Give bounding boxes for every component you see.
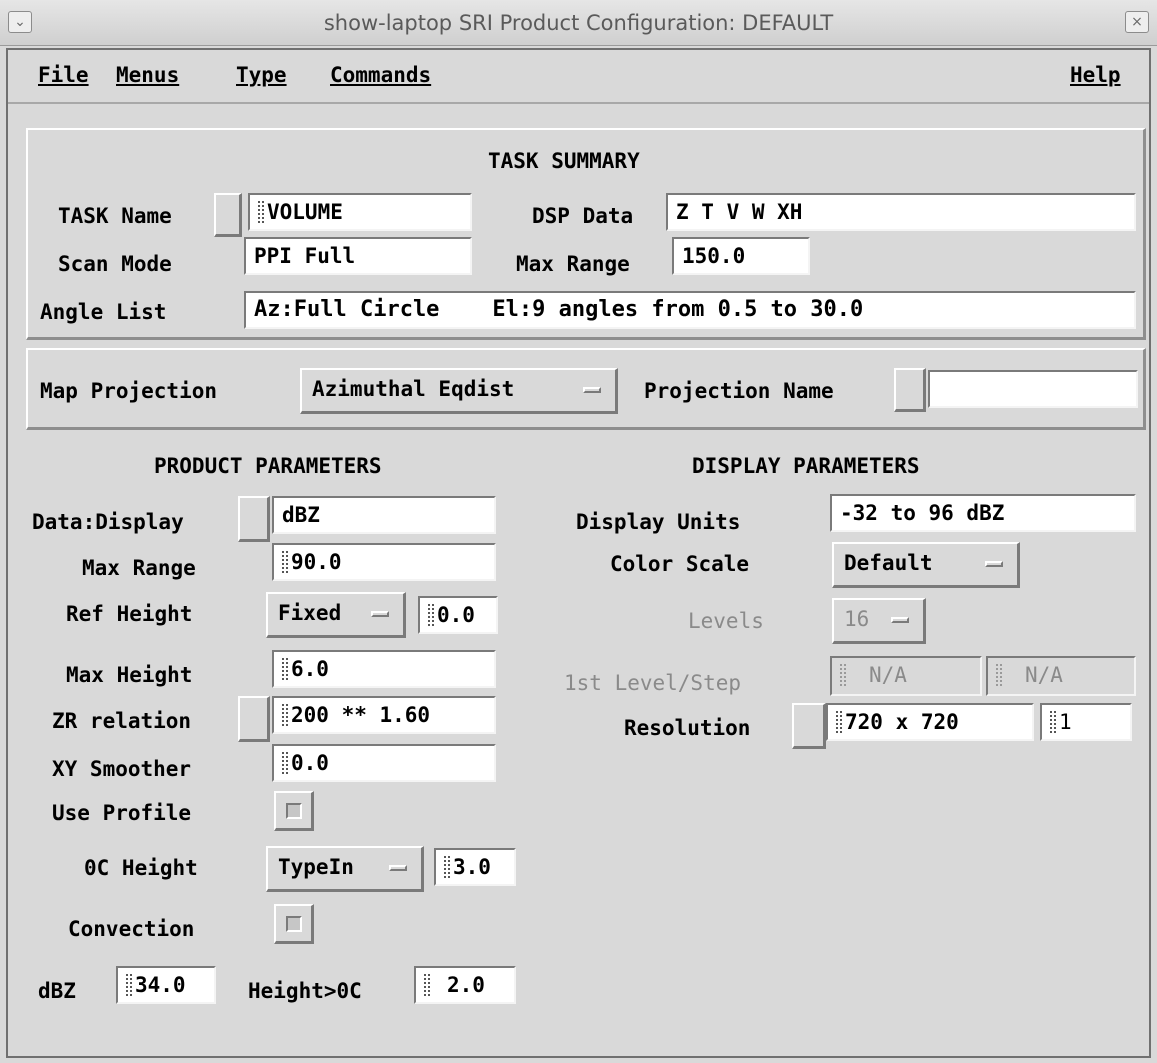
checkbox-indicator-icon bbox=[286, 803, 302, 819]
convection-checkbox[interactable] bbox=[274, 904, 314, 944]
projection-name-button[interactable] bbox=[894, 368, 926, 412]
use-profile-checkbox[interactable] bbox=[274, 791, 314, 831]
convection-label: Convection bbox=[68, 917, 195, 941]
menu-menus[interactable]: Menus bbox=[116, 63, 179, 87]
use-profile-label: Use Profile bbox=[52, 801, 192, 825]
levels-select[interactable]: 16 bbox=[832, 598, 926, 644]
display-units-field[interactable]: -32 to 96 dBZ bbox=[830, 494, 1136, 532]
dbz-label: dBZ bbox=[38, 979, 76, 1003]
data-display-field[interactable]: dBZ bbox=[272, 496, 496, 534]
option-menu-indicator-icon bbox=[371, 611, 389, 617]
option-menu-indicator-icon bbox=[891, 617, 909, 623]
resolution-field[interactable]: 720 x 720 bbox=[826, 703, 1034, 741]
xy-smoother-field[interactable]: 0.0 bbox=[272, 744, 496, 782]
menu-commands[interactable]: Commands bbox=[330, 63, 431, 87]
product-max-range-field[interactable]: 90.0 bbox=[272, 543, 496, 581]
dsp-data-label: DSP Data bbox=[532, 204, 634, 228]
option-menu-indicator-icon bbox=[985, 561, 1003, 567]
resolution-button[interactable] bbox=[792, 703, 826, 749]
color-scale-label: Color Scale bbox=[610, 552, 750, 576]
task-name-label: TASK Name bbox=[58, 204, 172, 228]
dsp-data-field[interactable]: Z T V W XH bbox=[666, 193, 1136, 231]
menu-file[interactable]: File bbox=[38, 63, 89, 87]
projection-name-field[interactable] bbox=[928, 370, 1138, 408]
first-level-step-label: 1st Level/Step bbox=[564, 671, 742, 695]
levels-label: Levels bbox=[688, 609, 764, 633]
option-menu-indicator-icon bbox=[389, 865, 407, 871]
option-menu-indicator-icon bbox=[583, 387, 601, 393]
menu-type[interactable]: Type bbox=[236, 63, 287, 87]
task-summary-heading: TASK SUMMARY bbox=[488, 149, 640, 173]
max-height-field[interactable]: 6.0 bbox=[272, 650, 496, 688]
task-name-button[interactable] bbox=[214, 193, 242, 237]
level-step-field[interactable]: N/A bbox=[986, 656, 1136, 696]
window-title: show-laptop SRI Product Configuration: D… bbox=[323, 11, 834, 35]
map-projection-label: Map Projection bbox=[40, 379, 218, 403]
max-range-label: Max Range bbox=[516, 252, 630, 276]
ref-height-label: Ref Height bbox=[66, 602, 193, 626]
task-max-range-field[interactable]: 150.0 bbox=[672, 237, 810, 275]
projection-name-label: Projection Name bbox=[644, 379, 834, 403]
color-scale-select[interactable]: Default bbox=[832, 542, 1020, 588]
resolution-label: Resolution bbox=[624, 716, 751, 740]
max-range-label-product: Max Range bbox=[82, 556, 196, 580]
dbz-threshold-field[interactable]: 34.0 bbox=[116, 966, 216, 1004]
xy-smoother-label: XY Smoother bbox=[52, 757, 192, 781]
oc-height-field[interactable]: 3.0 bbox=[434, 848, 516, 886]
height-above-oc-field[interactable]: 2.0 bbox=[414, 966, 516, 1004]
angle-list-label: Angle List bbox=[40, 300, 167, 324]
resolution-factor-field[interactable]: 1 bbox=[1040, 703, 1132, 741]
display-units-label: Display Units bbox=[576, 510, 741, 534]
ref-height-mode-select[interactable]: Fixed bbox=[266, 592, 406, 638]
collapse-window-icon[interactable]: ⌄ bbox=[8, 11, 32, 33]
data-display-label: Data:Display bbox=[32, 510, 184, 534]
data-display-button[interactable] bbox=[238, 496, 270, 542]
oc-height-mode-select[interactable]: TypeIn bbox=[266, 846, 424, 892]
close-window-icon[interactable]: × bbox=[1125, 11, 1149, 33]
display-parameters-heading: DISPLAY PARAMETERS bbox=[692, 454, 920, 478]
ref-height-field[interactable]: 0.0 bbox=[418, 596, 498, 634]
height-above-oc-label: Height>0C bbox=[248, 979, 362, 1003]
checkbox-indicator-icon bbox=[286, 916, 302, 932]
scan-mode-field[interactable]: PPI Full bbox=[244, 237, 472, 275]
zr-relation-label: ZR relation bbox=[52, 709, 192, 733]
first-level-field[interactable]: N/A bbox=[830, 656, 982, 696]
max-height-label: Max Height bbox=[66, 663, 193, 687]
task-name-field[interactable]: VOLUME bbox=[248, 193, 472, 231]
scan-mode-label: Scan Mode bbox=[58, 252, 172, 276]
angle-list-field[interactable]: Az:Full Circle El:9 angles from 0.5 to 3… bbox=[244, 291, 1136, 329]
map-projection-select[interactable]: Azimuthal Eqdist bbox=[300, 368, 618, 414]
oc-height-label: 0C Height bbox=[84, 856, 198, 880]
zr-relation-field[interactable]: 200 ** 1.60 bbox=[272, 696, 496, 734]
menu-help[interactable]: Help bbox=[1070, 63, 1121, 87]
zr-relation-button[interactable] bbox=[238, 696, 270, 742]
product-parameters-heading: PRODUCT PARAMETERS bbox=[154, 454, 382, 478]
